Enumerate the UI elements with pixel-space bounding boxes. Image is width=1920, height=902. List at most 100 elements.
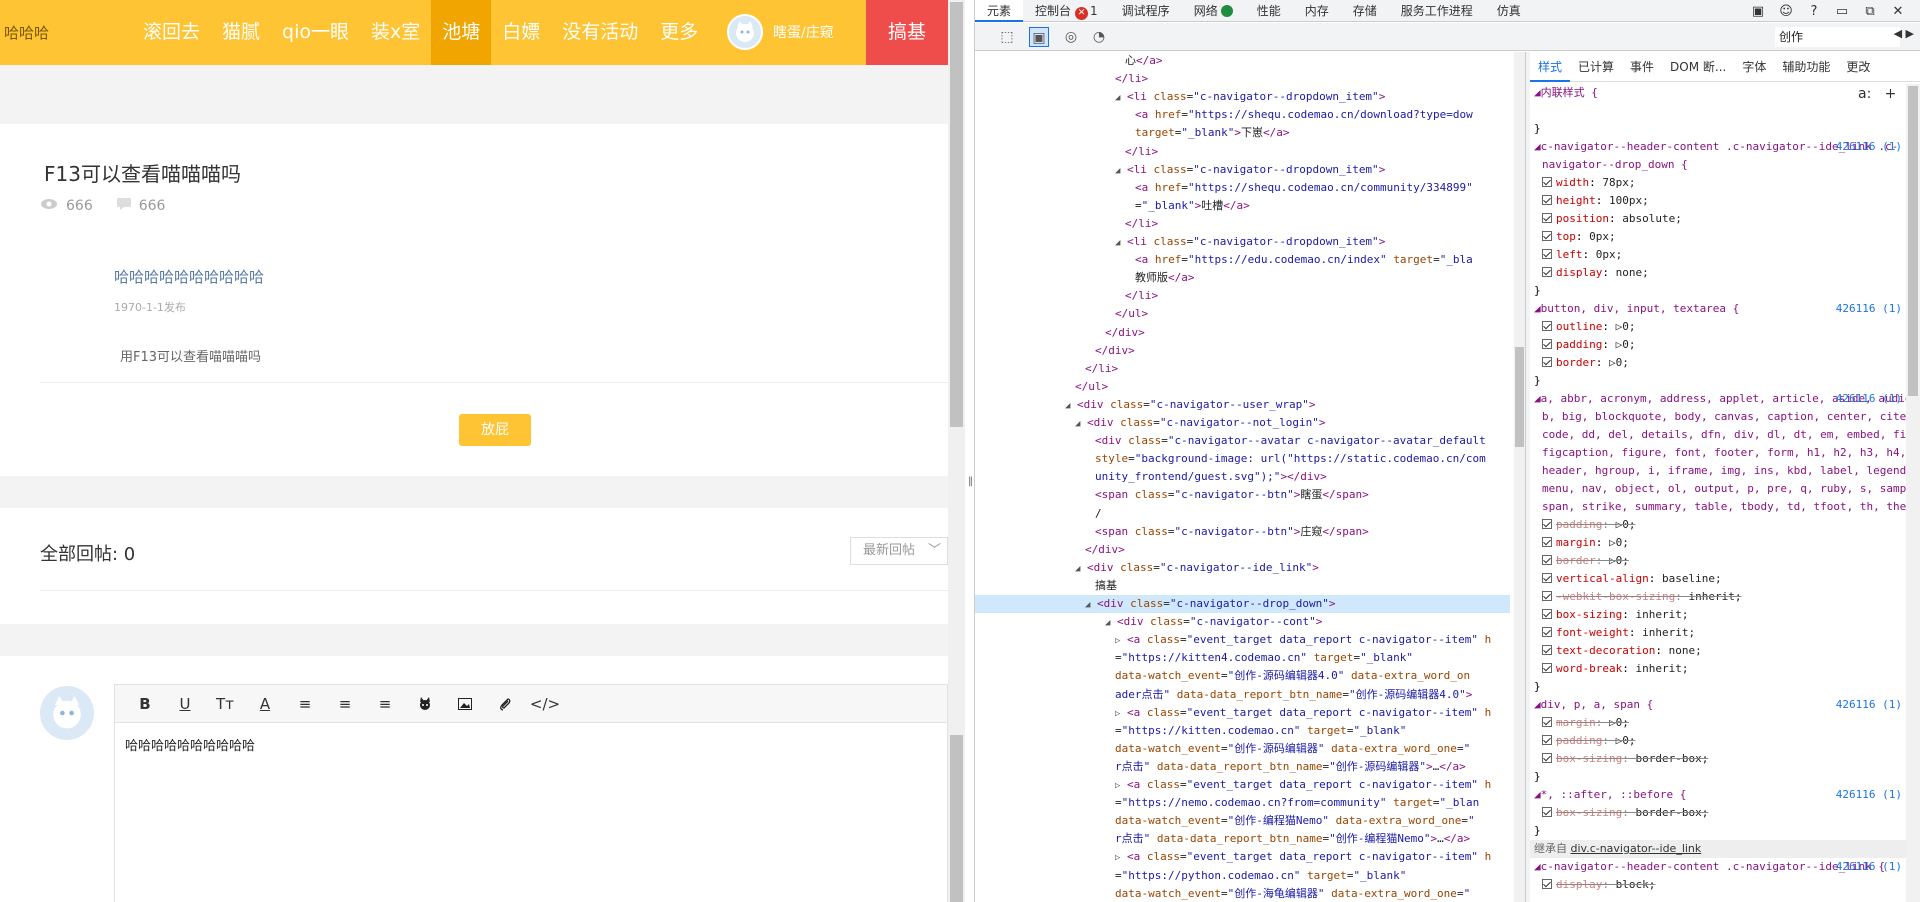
property-checkbox[interactable] [1542,195,1552,205]
property-checkbox[interactable] [1542,627,1552,637]
dom-node-line[interactable]: </li> [975,143,1510,161]
sort-dropdown[interactable]: 最新回帖 ﹀ [850,537,948,565]
expand-triangle-icon[interactable]: ◢ [1065,397,1077,414]
css-property[interactable]: box-sizing: border-box; [1530,804,1906,822]
expand-triangle-icon[interactable]: ◢ [1105,614,1117,631]
nav-item-6[interactable]: 没有活动 [551,0,649,65]
property-checkbox[interactable] [1542,753,1552,763]
devtools-tab-6[interactable]: 存储 [1341,0,1389,22]
dom-node-line[interactable]: unity_frontend/guest.svg");"></div> [975,468,1510,486]
highlight-box-icon[interactable]: ▣ [1029,27,1049,47]
css-rule-selector[interactable]: ◢*, ::after, ::before {426116 (1) [1530,786,1906,804]
css-property[interactable]: position: absolute; [1530,210,1906,228]
dom-node-line[interactable]: data-watch_event="创作-源码编辑器" data-extra_w… [975,740,1510,758]
css-rule-selector[interactable]: ◢内联样式 { [1530,84,1906,102]
devtools-tab-8[interactable]: 仿真 [1485,0,1533,22]
css-property[interactable]: box-sizing: border-box; [1530,750,1906,768]
styles-tab-1[interactable]: 已计算 [1570,52,1622,82]
property-checkbox[interactable] [1542,807,1552,817]
property-checkbox[interactable] [1542,249,1552,259]
property-checkbox[interactable] [1542,573,1552,583]
css-property[interactable]: outline: ▷0; [1530,318,1906,336]
property-checkbox[interactable] [1542,231,1552,241]
css-property[interactable]: padding: ▷0; [1530,516,1906,534]
dom-node-line[interactable]: </ul> [975,378,1510,396]
align-center-icon[interactable]: ≡ [325,685,365,723]
undock-icon[interactable]: ⧉ [1856,4,1884,19]
devtools-tab-4[interactable]: 性能 [1245,0,1293,22]
inherited-element-link[interactable]: div.c-navigator--ide_link [1571,842,1702,855]
dom-node-line[interactable]: ◢ <div class="c-navigator--not_login"> [975,414,1510,432]
dom-node-line[interactable]: ◢ <li class="c-navigator--dropdown_item"> [975,233,1510,251]
dom-node-line[interactable]: <span class="c-navigator--btn">庄窥</span> [975,523,1510,541]
css-property[interactable]: -webkit-box-sizing: inherit; [1530,588,1906,606]
user-wrap[interactable]: 瞎蛋/庄窥 [727,14,834,50]
property-checkbox[interactable] [1542,663,1552,673]
cat-emoji-icon[interactable] [405,685,445,723]
rule-source-link[interactable]: 426116 (1) [1836,858,1902,876]
expand-triangle-icon[interactable]: ◢ [1115,162,1127,179]
image-icon[interactable] [445,685,485,723]
expand-triangle-icon[interactable]: ◢ [1075,560,1087,577]
property-checkbox[interactable] [1542,519,1552,529]
search-nav-arrows[interactable]: ◀ ▶ [1894,27,1914,40]
nav-item-1[interactable]: 猫腻 [211,0,271,65]
nav-item-0[interactable]: 滚回去 [132,0,211,65]
help-icon[interactable]: ? [1800,4,1828,19]
scrollbar-thumb[interactable] [1515,347,1524,447]
css-property[interactable]: top: 0px; [1530,228,1906,246]
styles-tab-4[interactable]: 字体 [1734,52,1774,82]
dom-node-line[interactable]: </div> [975,541,1510,559]
devtools-splitter[interactable]: ‖ [965,0,975,902]
align-left-icon[interactable]: ≡ [285,685,325,723]
devtools-tab-0[interactable]: 元素 [975,0,1024,22]
css-rule-selector[interactable]: ◢c-navigator--header-content .c-navigato… [1530,138,1906,156]
property-checkbox[interactable] [1542,717,1552,727]
css-property[interactable]: border: ▷0; [1530,552,1906,570]
property-checkbox[interactable] [1542,645,1552,655]
dock-icon[interactable]: ▭ [1828,4,1856,19]
dom-node-line[interactable]: / [975,505,1510,523]
styles-tab-6[interactable]: 更改 [1838,52,1878,82]
dom-node-line[interactable]: 搞基 [975,577,1510,595]
scrollbar-thumb[interactable] [950,735,963,902]
css-property[interactable]: width: 78px; [1530,174,1906,192]
ide-link-button[interactable]: 搞基 [866,0,948,65]
dom-node-line[interactable]: ader点击" data-data_report_btn_name="创作-源码… [975,686,1510,704]
dom-node-line[interactable]: ="https://kitten.codemao.cn" target="_bl… [975,722,1510,740]
css-rule-selector[interactable]: ◢button, div, input, textarea {426116 (1… [1530,300,1906,318]
dom-node-line[interactable]: ▷ <a class="event_target data_report c-na… [975,704,1510,722]
expand-triangle-icon[interactable]: ◢ [1075,415,1087,432]
expand-triangle-icon[interactable]: ▷ [1115,777,1127,794]
dom-node-line[interactable]: ◢ <div class="c-navigator--user_wrap"> [975,396,1510,414]
dom-node-line[interactable]: 心</a> [975,52,1510,70]
css-property[interactable]: display: none; [1530,264,1906,282]
expand-triangle-icon[interactable]: ▷ [1115,849,1127,866]
property-checkbox[interactable] [1542,735,1552,745]
expand-triangle-icon[interactable]: ▷ [1115,705,1127,722]
dom-node-line[interactable]: data-watch_event="创作-源码编辑器4.0" data-extr… [975,667,1510,685]
css-property[interactable]: box-sizing: inherit; [1530,606,1906,624]
dom-node-line[interactable]: ="https://nemo.codemao.cn?from=community… [975,794,1510,812]
property-checkbox[interactable] [1542,213,1552,223]
css-property[interactable]: margin: ▷0; [1530,534,1906,552]
page-scrollbar[interactable] [948,0,965,902]
devtools-tab-5[interactable]: 内存 [1293,0,1341,22]
dom-node-line[interactable]: ="_blank">吐槽</a> [975,197,1510,215]
avatar[interactable] [727,14,763,50]
dom-node-line[interactable]: ="https://python.codemao.cn" target="_bl… [975,867,1510,885]
property-checkbox[interactable] [1542,339,1552,349]
devtools-tab-3[interactable]: 网络 [1182,0,1245,22]
css-rule-selector[interactable]: navigator--drop_down { [1530,156,1906,174]
css-rule-selector[interactable]: ◢c-navigator--header-content .c-navigato… [1530,858,1906,876]
expand-triangle-icon[interactable]: ▷ [1115,632,1127,649]
site-logo[interactable]: 哈哈哈 [4,22,49,43]
dom-node-line[interactable]: ▷ <a class="event_target data_report c-na… [975,776,1510,794]
dom-node-line[interactable]: ◢ <div class="c-navigator--ide_link"> [975,559,1510,577]
touch-icon[interactable]: ◔ [1089,27,1109,47]
attachment-icon[interactable] [485,685,525,723]
css-rule-selector[interactable]: ◢a, abbr, acronym, address, applet, arti… [1530,390,1906,408]
font-color-button[interactable]: A [245,685,285,723]
dom-node-line[interactable]: ◢ <li class="c-navigator--dropdown_item"> [975,161,1510,179]
css-property[interactable]: margin: ▷0; [1530,714,1906,732]
